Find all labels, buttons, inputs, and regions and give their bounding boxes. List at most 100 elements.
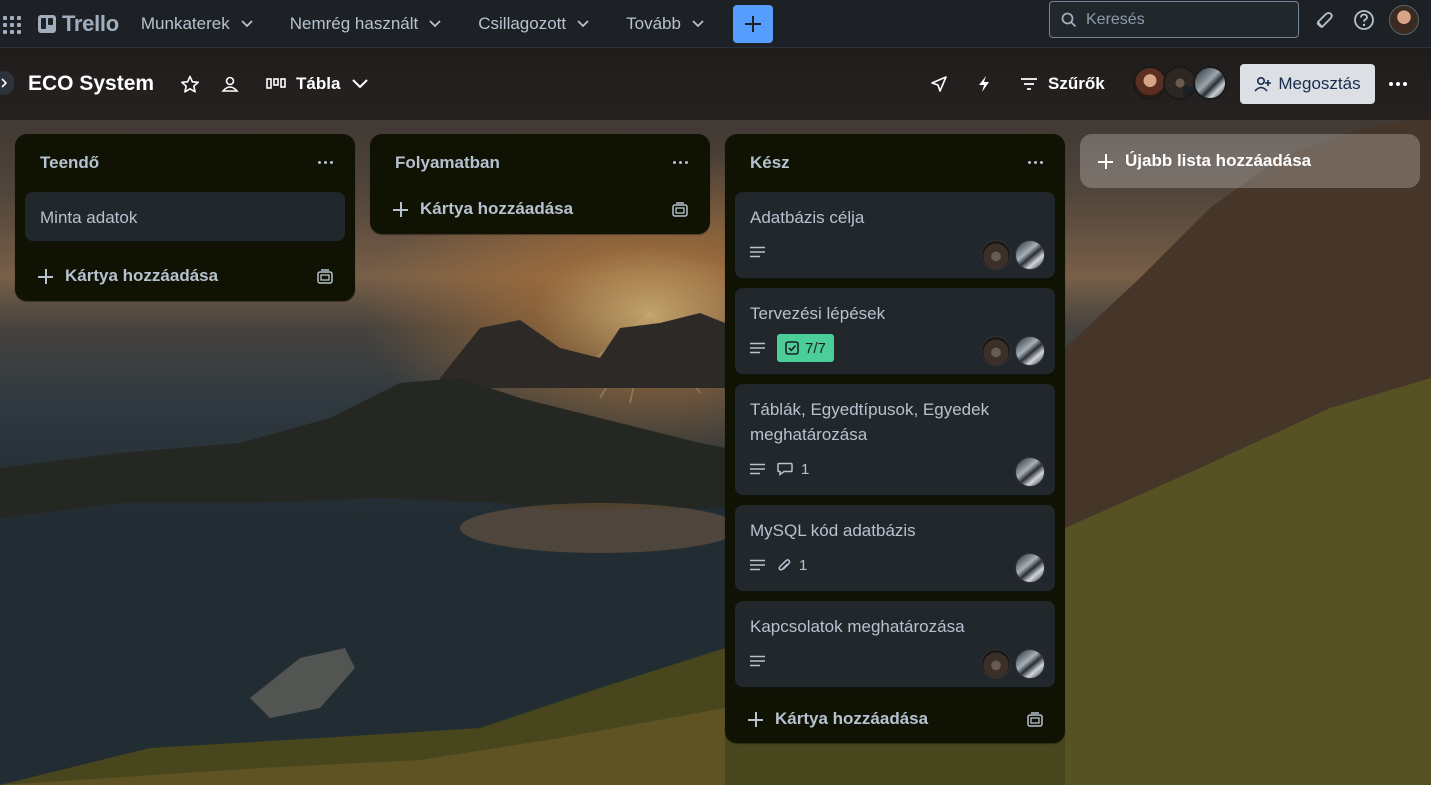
list-in-progress: Folyamatban Kártya hozzáadása <box>370 134 710 234</box>
help-icon[interactable] <box>1353 9 1375 31</box>
plus-icon <box>744 15 761 32</box>
card-title: Kapcsolatok meghatározása <box>750 617 965 636</box>
card[interactable]: Adatbázis célja <box>735 192 1055 278</box>
list-menu-icon[interactable] <box>673 161 688 164</box>
nav-workspaces-dropdown[interactable]: Munkaterek <box>141 8 253 40</box>
share-label: Megosztás <box>1278 74 1361 93</box>
board-view-switcher[interactable]: Tábla <box>266 74 369 94</box>
member-avatar[interactable] <box>1015 553 1045 583</box>
card-template-icon[interactable] <box>317 269 333 284</box>
power-ups-icon[interactable] <box>930 75 948 93</box>
user-avatar[interactable] <box>1389 5 1419 35</box>
member-avatar[interactable] <box>1015 649 1045 679</box>
member-avatar[interactable] <box>981 240 1011 270</box>
list-title[interactable]: Kész <box>750 153 790 173</box>
card[interactable]: Kapcsolatok meghatározása <box>735 601 1055 687</box>
share-button[interactable]: Megosztás <box>1240 64 1375 104</box>
top-nav-menu: Munkaterek Nemrég használt Csillagozott … <box>141 0 773 48</box>
list-menu-icon[interactable] <box>1028 161 1043 164</box>
card-title: Adatbázis célja <box>750 208 865 227</box>
add-list-button[interactable]: Újabb lista hozzáadása <box>1080 134 1420 188</box>
board-view-icon <box>266 78 286 89</box>
filters-label: Szűrők <box>1048 74 1105 93</box>
nav-more-dropdown[interactable]: Tovább <box>626 8 704 40</box>
create-button[interactable] <box>732 4 773 43</box>
add-list-label: Újabb lista hozzáadása <box>1125 151 1312 170</box>
search-input[interactable] <box>1086 10 1286 29</box>
member-avatar[interactable] <box>1015 240 1045 270</box>
nav-recent-dropdown[interactable]: Nemrég használt <box>290 8 442 40</box>
member-avatar[interactable] <box>1163 66 1197 100</box>
board-menu-icon[interactable] <box>1389 82 1407 86</box>
list-done: Kész Adatbázis célja Tervezési lépések 7… <box>725 134 1065 743</box>
list-title[interactable]: Teendő <box>40 153 99 173</box>
sidebar-expand-button[interactable] <box>0 71 14 95</box>
list-todo: Teendő Minta adatok Kártya hozzáadása <box>15 134 355 301</box>
list-title[interactable]: Folyamatban <box>395 153 500 173</box>
card-title: Minta adatok <box>40 208 138 227</box>
member-avatar[interactable] <box>981 336 1011 366</box>
star-icon[interactable] <box>180 75 200 94</box>
add-card-label: Kártya hozzáadása <box>775 709 929 728</box>
chevron-down-icon <box>692 19 704 27</box>
nav-recent-label: Nemrég használt <box>289 13 419 33</box>
list-header[interactable]: Teendő <box>15 134 355 192</box>
nav-workspaces-label: Munkaterek <box>140 13 230 33</box>
member-avatar[interactable] <box>1015 336 1045 366</box>
member-avatar[interactable] <box>981 649 1011 679</box>
board-header: ECO System Tábla Szűrők Megosztás <box>0 48 1431 120</box>
card-members <box>1011 553 1045 583</box>
notifications-icon[interactable] <box>1313 9 1335 31</box>
nav-more-label: Tovább <box>626 13 681 33</box>
add-card-button[interactable]: Kártya hozzáadása <box>15 251 355 301</box>
add-card-button[interactable]: Kártya hozzáadása <box>725 695 1065 743</box>
app-switcher-icon[interactable] <box>0 13 22 35</box>
board-view-label: Tábla <box>296 74 341 93</box>
comments-count: 1 <box>801 460 810 478</box>
checklist-count: 7/7 <box>805 339 826 357</box>
plus-icon <box>748 711 763 727</box>
nav-starred-dropdown[interactable]: Csillagozott <box>478 8 589 40</box>
attachments-count: 1 <box>799 556 808 574</box>
workspace-visibility-icon[interactable] <box>220 75 240 93</box>
chevron-down-icon <box>429 19 441 27</box>
comments-badge: 1 <box>777 461 809 478</box>
checklist-badge: 7/7 <box>777 334 834 362</box>
member-avatar[interactable] <box>1133 66 1167 100</box>
chevron-right-icon <box>1 78 7 88</box>
card-template-icon[interactable] <box>1027 712 1043 727</box>
list-header[interactable]: Kész <box>725 134 1065 192</box>
list-menu-icon[interactable] <box>318 161 333 164</box>
plus-icon <box>38 268 53 284</box>
add-member-icon <box>1254 76 1272 92</box>
add-card-label: Kártya hozzáadása <box>420 199 574 218</box>
card-title: Táblák, Egyedtípusok, Egyedek meghatároz… <box>750 400 990 444</box>
chevron-down-icon <box>241 19 253 27</box>
description-icon <box>750 559 765 571</box>
filters-button[interactable]: Szűrők <box>1020 74 1105 94</box>
top-navigation-bar: Trello Munkaterek Nemrég használt Csilla… <box>0 0 1431 48</box>
card[interactable]: Tervezési lépések 7/7 <box>735 288 1055 374</box>
search-box[interactable] <box>1049 1 1299 38</box>
member-avatar[interactable] <box>1015 457 1045 487</box>
card[interactable]: Minta adatok <box>25 192 345 241</box>
card[interactable]: Táblák, Egyedtípusok, Egyedek meghatároz… <box>735 384 1055 495</box>
add-card-button[interactable]: Kártya hozzáadása <box>370 184 710 234</box>
card[interactable]: MySQL kód adatbázis 1 <box>735 505 1055 591</box>
board-title[interactable]: ECO System <box>28 72 154 96</box>
card-template-icon[interactable] <box>672 202 688 217</box>
board-members <box>1133 66 1227 100</box>
search-icon <box>1061 12 1077 27</box>
card-title: MySQL kód adatbázis <box>750 521 916 540</box>
description-icon <box>750 655 765 667</box>
member-avatar[interactable] <box>1193 66 1227 100</box>
trello-logo[interactable]: Trello <box>38 8 119 40</box>
paperclip-icon <box>778 558 791 571</box>
description-icon <box>750 342 765 354</box>
trello-logo-text: Trello <box>62 10 119 36</box>
automation-icon[interactable] <box>977 75 991 93</box>
trello-logo-icon <box>38 14 56 33</box>
add-card-label: Kártya hozzáadása <box>65 266 219 285</box>
card-members <box>977 336 1045 366</box>
card-badges: 1 <box>750 551 1040 579</box>
